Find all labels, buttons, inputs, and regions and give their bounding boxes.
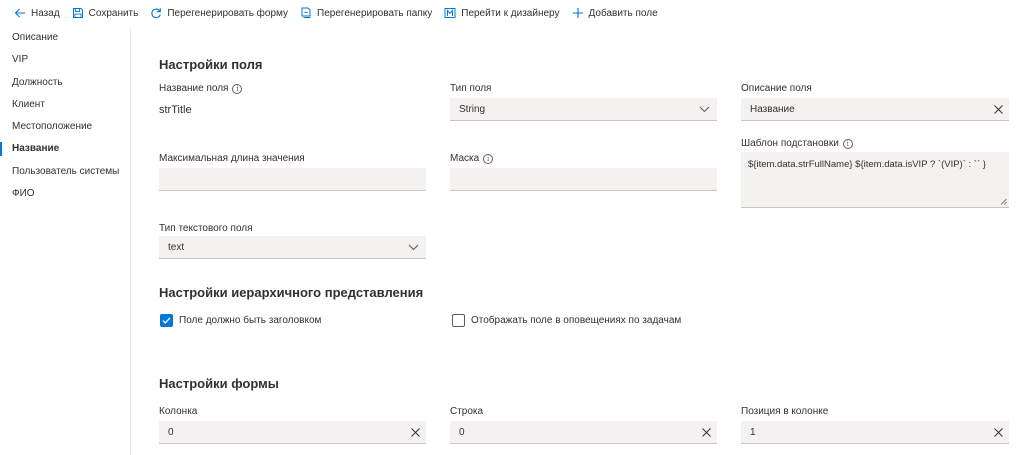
- regenerate-folder-button[interactable]: Перегенерировать папку: [300, 0, 432, 26]
- field-description-label: Описание поля: [741, 83, 812, 94]
- resize-grip-icon[interactable]: [1000, 198, 1007, 205]
- form-settings-heading: Настройки формы: [159, 376, 279, 391]
- text-field-type-value: text: [168, 241, 185, 253]
- folder-sync-icon: [301, 7, 311, 18]
- back-button[interactable]: Назад: [14, 0, 60, 26]
- mask-input[interactable]: [450, 168, 717, 191]
- max-length-input[interactable]: [159, 168, 426, 191]
- field-type-value: String: [459, 103, 486, 115]
- checkbox-unchecked[interactable]: [452, 314, 465, 327]
- field-name-label: Название поля i: [159, 83, 243, 94]
- designer-icon: [444, 8, 456, 18]
- regenerate-form-button[interactable]: Перегенерировать форму: [150, 0, 288, 26]
- back-label: Назад: [31, 7, 60, 19]
- field-settings-heading: Настройки поля: [159, 57, 263, 72]
- add-field-label: Добавить поле: [588, 7, 658, 19]
- info-icon[interactable]: i: [483, 153, 494, 164]
- info-icon[interactable]: i: [842, 138, 853, 149]
- go-to-designer-label: Перейти к дизайнеру: [461, 7, 560, 19]
- clear-icon[interactable]: [987, 421, 1009, 443]
- chevron-down-icon: [400, 236, 426, 258]
- field-description-value: Название: [750, 103, 795, 115]
- field-description-input[interactable]: Название: [741, 98, 1009, 121]
- text-field-type-dropdown[interactable]: text: [159, 236, 426, 259]
- show-in-notifications-checkbox[interactable]: Отображать поле в оповещениях по задачам: [452, 314, 681, 327]
- row-value: 0: [459, 426, 465, 438]
- save-button[interactable]: Сохранить: [72, 0, 139, 26]
- template-label-text: Шаблон подстановки: [741, 138, 839, 149]
- arrow-left-icon: [14, 8, 25, 18]
- clear-icon[interactable]: [987, 98, 1009, 120]
- go-to-designer-button[interactable]: Перейти к дизайнеру: [444, 0, 560, 26]
- sidebar-item-client[interactable]: Клиент: [0, 94, 130, 116]
- field-name-value: strTitle: [159, 104, 192, 116]
- field-type-dropdown[interactable]: String: [450, 98, 717, 121]
- checkmark-icon: [162, 317, 171, 324]
- sidebar-item-full-name[interactable]: ФИО: [0, 183, 130, 205]
- checkbox-checked[interactable]: [160, 314, 173, 327]
- hierarchy-settings-heading: Настройки иерархичного представления: [159, 285, 424, 300]
- field-type-label: Тип поля: [450, 83, 492, 94]
- regenerate-folder-label: Перегенерировать папку: [317, 7, 433, 19]
- refresh-icon: [151, 8, 162, 19]
- fields-sidebar: Описание VIP Должность Клиент Местополож…: [0, 27, 131, 455]
- is-title-label: Поле должно быть заголовком: [179, 315, 322, 326]
- template-label: Шаблон подстановки i: [741, 138, 853, 149]
- text-field-type-label: Тип текстового поля: [159, 223, 253, 234]
- row-input[interactable]: 0: [450, 421, 717, 444]
- column-value: 0: [168, 426, 174, 438]
- column-input[interactable]: 0: [159, 421, 426, 444]
- mask-label-text: Маска: [450, 153, 480, 164]
- sidebar-item-description[interactable]: Описание: [0, 27, 130, 49]
- sidebar-item-vip[interactable]: VIP: [0, 49, 130, 71]
- is-title-checkbox[interactable]: Поле должно быть заголовком: [160, 314, 321, 327]
- show-in-notifications-label: Отображать поле в оповещениях по задачам: [471, 315, 682, 326]
- mask-label: Маска i: [450, 153, 494, 164]
- add-field-button[interactable]: Добавить поле: [572, 0, 658, 26]
- column-position-label: Позиция в колонке: [741, 406, 829, 417]
- template-value: ${item.data.strFullName} ${item.data.isV…: [748, 159, 986, 170]
- info-icon[interactable]: i: [232, 83, 243, 94]
- command-bar: Назад Сохранить Перегенерировать форму П…: [0, 0, 1024, 26]
- field-name-label-text: Название поля: [159, 83, 229, 94]
- template-textarea[interactable]: ${item.data.strFullName} ${item.data.isV…: [741, 152, 1009, 208]
- sidebar-item-position[interactable]: Должность: [0, 72, 130, 94]
- sidebar-item-location[interactable]: Местоположение: [0, 116, 130, 138]
- column-position-input[interactable]: 1: [741, 421, 1009, 444]
- sidebar-item-system-user[interactable]: Пользователь системы: [0, 161, 130, 183]
- save-icon: [72, 8, 83, 18]
- row-label: Строка: [450, 406, 484, 417]
- sidebar-item-title[interactable]: Название: [0, 138, 130, 160]
- chevron-down-icon: [691, 98, 717, 120]
- max-length-label: Максимальная длина значения: [159, 153, 305, 164]
- clear-icon[interactable]: [695, 421, 717, 443]
- regenerate-form-label: Перегенерировать форму: [167, 7, 289, 19]
- column-position-value: 1: [750, 426, 756, 438]
- clear-icon[interactable]: [404, 421, 426, 443]
- field-editor: Настройки поля Название поля i strTitle …: [131, 27, 1024, 455]
- plus-icon: [572, 8, 583, 18]
- column-label: Колонка: [159, 406, 198, 417]
- save-label: Сохранить: [88, 7, 139, 19]
